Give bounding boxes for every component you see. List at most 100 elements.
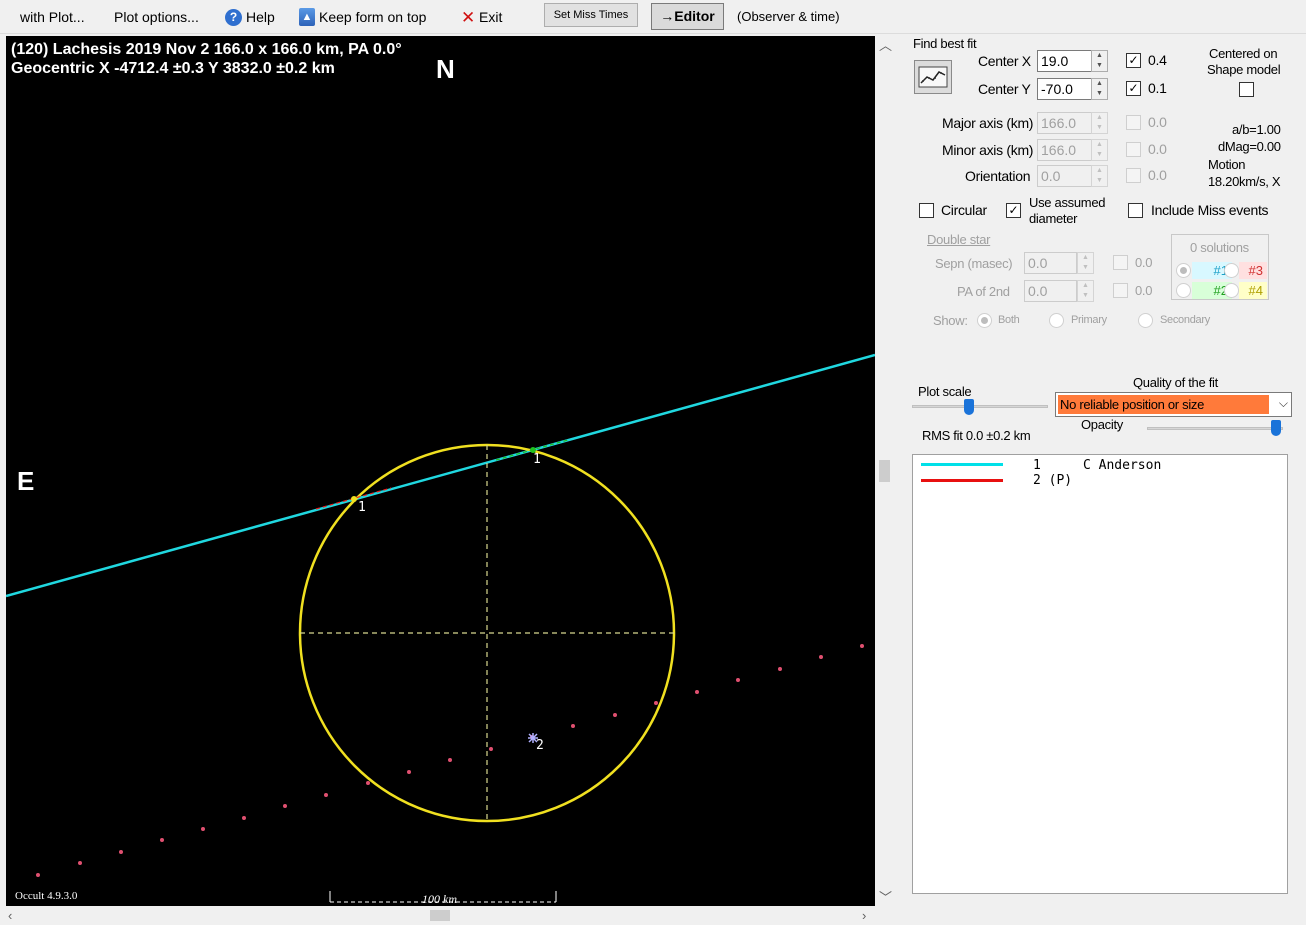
center-y-spinner[interactable]: ▲ ▼ (1091, 78, 1108, 100)
plot-vertical-scrollbar[interactable]: ︿ ﹀ (876, 36, 893, 906)
circular-label: Circular (941, 202, 987, 218)
pa2-label: PA of 2nd (957, 284, 1010, 299)
legend-line-1 (921, 463, 1003, 466)
show-primary-radio[interactable] (1049, 313, 1064, 328)
shape-model-checkbox[interactable] (1239, 82, 1254, 97)
dmag-label: dMag=0.00 (1218, 139, 1281, 154)
menu-keep-on-top[interactable]: ▲ Keep form on top (299, 7, 426, 27)
menu-with-plot-label: with Plot... (20, 9, 85, 25)
plot-horizontal-scrollbar[interactable]: ‹ › (0, 907, 893, 924)
menu-keep-on-top-label: Keep form on top (319, 9, 427, 25)
find-best-fit-button[interactable] (914, 60, 952, 94)
solution-2-radio[interactable] (1176, 283, 1191, 298)
menu-exit[interactable]: ✕ Exit (461, 7, 502, 27)
major-axis-checkbox[interactable] (1126, 115, 1141, 130)
scroll-left-icon[interactable]: ‹ (8, 909, 12, 922)
horizontal-scroll-thumb[interactable] (430, 910, 450, 921)
miss-chord-dots (36, 644, 864, 877)
minor-axis-spinner[interactable]: ▲ ▼ (1091, 139, 1108, 161)
use-assumed-diameter-checkbox[interactable]: ✓ (1006, 203, 1021, 218)
solution-3-radio[interactable] (1224, 263, 1239, 278)
version-label: Occult 4.9.3.0 (15, 890, 78, 902)
menu-bar: with Plot... Plot options... ? Help ▲ Ke… (0, 0, 1306, 34)
scroll-right-icon[interactable]: › (862, 909, 866, 922)
solution-4-label: #4 (1239, 282, 1267, 299)
minor-axis-checkbox[interactable] (1126, 142, 1141, 157)
sepn-spinner[interactable]: ▲ ▼ (1077, 252, 1094, 274)
scroll-down-icon[interactable]: ﹀ (879, 891, 892, 904)
sepn-check-value: 0.0 (1135, 255, 1153, 270)
menu-plot-options[interactable]: Plot options... (114, 7, 199, 27)
occult-asteroid-plot-window: with Plot... Plot options... ? Help ▲ Ke… (0, 0, 1306, 925)
show-secondary-label: Secondary (1160, 314, 1210, 326)
quality-selected-value: No reliable position or size (1058, 395, 1269, 414)
rms-fit-label: RMS fit 0.0 ±0.2 km (922, 428, 1031, 443)
menu-observer-time[interactable]: (Observer & time) (737, 7, 840, 27)
motion-label: Motion (1208, 157, 1246, 172)
pa2-input[interactable]: 0.0 (1024, 280, 1077, 302)
menu-plot-options-label: Plot options... (114, 9, 199, 25)
opacity-track[interactable] (1147, 427, 1283, 430)
set-miss-times-button[interactable]: Set Miss Times (544, 3, 638, 27)
chord-label-2: 2 (536, 738, 544, 753)
center-x-checkbox[interactable]: ✓ (1126, 53, 1141, 68)
plot-scale-track[interactable] (912, 405, 1048, 408)
plot-title-line2: Geocentric X -4712.4 ±0.3 Y 3832.0 ±0.2 … (11, 60, 335, 77)
sepn-label: Sepn (masec) (935, 256, 1013, 271)
show-secondary-radio[interactable] (1138, 313, 1153, 328)
legend-num-1: 1 (1033, 458, 1041, 473)
center-y-check-value: 0.1 (1148, 80, 1167, 96)
vertical-scroll-thumb[interactable] (879, 460, 890, 482)
pa2-spinner[interactable]: ▲ ▼ (1077, 280, 1094, 302)
menu-help[interactable]: ? Help (225, 7, 275, 27)
center-x-spinner[interactable]: ▲ ▼ (1091, 50, 1108, 72)
orientation-label: Orientation (965, 168, 1031, 184)
quality-dropdown[interactable]: No reliable position or size ⌵ (1055, 392, 1292, 417)
opacity-slider[interactable] (1271, 420, 1281, 436)
disappear-marker (351, 496, 357, 502)
observer-legend: 1 C Anderson 2 (P) (912, 454, 1288, 894)
minor-axis-label: Minor axis (km) (942, 142, 1034, 158)
center-x-label: Center X (978, 53, 1031, 69)
solutions-group: 0 solutions #1 #3 #2 #4 (1171, 234, 1269, 300)
solution-1-radio[interactable] (1176, 263, 1191, 278)
motion-value: 18.20km/s, X (1208, 174, 1281, 189)
window-edge (1301, 36, 1306, 906)
pa2-check-value: 0.0 (1135, 283, 1153, 298)
include-miss-checkbox[interactable] (1128, 203, 1143, 218)
center-y-input[interactable]: -70.0 (1037, 78, 1092, 100)
scroll-up-icon[interactable]: ︿ (879, 39, 892, 52)
opacity-label: Opacity (1081, 417, 1123, 432)
solution-4-radio[interactable] (1224, 283, 1239, 298)
show-both-radio[interactable] (977, 313, 992, 328)
menu-exit-label: Exit (479, 9, 503, 25)
legend-line-2 (921, 479, 1003, 482)
sepn-input[interactable]: 0.0 (1024, 252, 1077, 274)
center-x-input[interactable]: 19.0 (1037, 50, 1092, 72)
east-indicator: E (17, 466, 35, 496)
minor-axis-input[interactable]: 166.0 (1037, 139, 1092, 161)
menu-with-plot[interactable]: with Plot... (20, 7, 85, 27)
show-primary-label: Primary (1071, 314, 1107, 326)
pa2-checkbox[interactable] (1113, 283, 1128, 298)
major-axis-check-value: 0.0 (1148, 114, 1167, 130)
chord-line-1 (6, 353, 875, 598)
center-y-checkbox[interactable]: ✓ (1126, 81, 1141, 96)
orientation-check-value: 0.0 (1148, 167, 1167, 183)
orientation-spinner[interactable]: ▲ ▼ (1091, 165, 1108, 187)
orientation-checkbox[interactable] (1126, 168, 1141, 183)
scale-bar-label: 100 km (422, 892, 457, 906)
sepn-checkbox[interactable] (1113, 255, 1128, 270)
help-icon: ? (225, 8, 242, 26)
best-fit-icon (918, 66, 948, 88)
major-axis-spinner[interactable]: ▲ ▼ (1091, 112, 1108, 134)
orientation-input[interactable]: 0.0 (1037, 165, 1092, 187)
plot-scale-slider[interactable] (964, 399, 974, 415)
center-y-label: Center Y (978, 81, 1031, 97)
include-miss-label: Include Miss events (1151, 202, 1269, 218)
major-axis-input[interactable]: 166.0 (1037, 112, 1092, 134)
occultation-plot[interactable]: (120) Lachesis 2019 Nov 2 166.0 x 166.0 … (6, 36, 875, 906)
circular-checkbox[interactable] (919, 203, 934, 218)
plot-canvas (6, 353, 875, 903)
editor-button[interactable]: →Editor (651, 3, 724, 30)
